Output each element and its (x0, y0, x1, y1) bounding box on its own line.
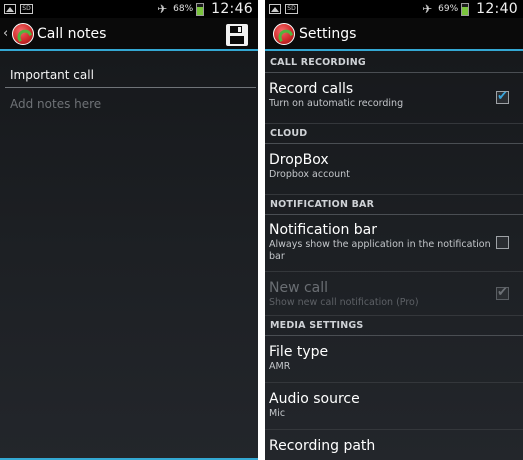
pref-record-calls[interactable]: Record calls Turn on automatic recording (265, 73, 523, 124)
status-bar: SD ✈ 69% 12:40 (265, 0, 523, 18)
save-icon[interactable] (226, 24, 248, 46)
section-header-cloud: CLOUD (265, 124, 523, 144)
clock: 12:40 (476, 1, 518, 17)
battery-icon (196, 2, 205, 16)
page-title: Settings (299, 26, 357, 42)
pref-summary: Always show the application in the notif… (269, 239, 491, 262)
pref-file-type[interactable]: File type AMR (265, 336, 523, 383)
pref-title: Record calls (269, 81, 354, 97)
app-logo-icon[interactable] (273, 23, 295, 45)
gallery-icon (4, 4, 16, 14)
pref-summary: Dropbox account (269, 169, 350, 180)
section-header-notification-bar: NOTIFICATION BAR (265, 195, 523, 215)
airplane-icon: ✈ (422, 2, 433, 16)
section-header-call-recording: CALL RECORDING (265, 53, 523, 73)
pref-title: DropBox (269, 152, 329, 168)
action-bar: ‹ Call notes (0, 18, 258, 51)
notes-textarea[interactable]: Add notes here (10, 97, 101, 111)
battery-level-fill (197, 7, 204, 15)
notification-bar-checkbox[interactable] (496, 236, 509, 249)
battery-icon (461, 2, 470, 16)
pref-recording-path[interactable]: Recording path (265, 430, 523, 460)
status-bar: SD ✈ 68% 12:46 (0, 0, 258, 18)
pref-notification-bar[interactable]: Notification bar Always show the applica… (265, 215, 523, 272)
pref-summary: Show new call notification (Pro) (269, 297, 419, 308)
record-calls-checkbox[interactable] (496, 89, 509, 104)
battery-percent: 68% (173, 4, 194, 14)
sd-card-icon: SD (285, 4, 298, 14)
battery-level-fill (462, 6, 469, 15)
gallery-icon (269, 4, 281, 14)
new-call-checkbox (496, 285, 509, 300)
page-title: Call notes (37, 26, 107, 42)
pref-title: Notification bar (269, 222, 378, 238)
pref-dropbox[interactable]: DropBox Dropbox account (265, 144, 523, 195)
pref-summary: Turn on automatic recording (269, 98, 404, 109)
pref-new-call: New call Show new call notification (Pro… (265, 272, 523, 316)
pref-title: Audio source (269, 391, 360, 407)
pref-title: Recording path (269, 438, 376, 454)
app-logo-icon[interactable] (12, 23, 34, 45)
action-bar: Settings (265, 18, 523, 51)
pref-summary: Mic (269, 408, 286, 419)
settings-screen: SD ✈ 69% 12:40 Settings CALL RECORDING R… (265, 0, 523, 460)
settings-list: CALL RECORDING Record calls Turn on auto… (265, 53, 523, 460)
pref-summary: AMR (269, 361, 291, 372)
note-title-input[interactable]: Important call (5, 63, 256, 88)
section-header-media-settings: MEDIA SETTINGS (265, 316, 523, 336)
airplane-icon: ✈ (157, 2, 168, 16)
clock: 12:46 (211, 1, 253, 17)
battery-percent: 69% (438, 4, 459, 14)
call-notes-screen: SD ✈ 68% 12:46 ‹ Call notes Important ca… (0, 0, 258, 460)
sd-card-icon: SD (20, 4, 33, 14)
pref-title: New call (269, 280, 329, 296)
pref-audio-source[interactable]: Audio source Mic (265, 383, 523, 430)
pref-title: File type (269, 344, 329, 360)
back-arrow-icon[interactable]: ‹ (3, 26, 8, 41)
